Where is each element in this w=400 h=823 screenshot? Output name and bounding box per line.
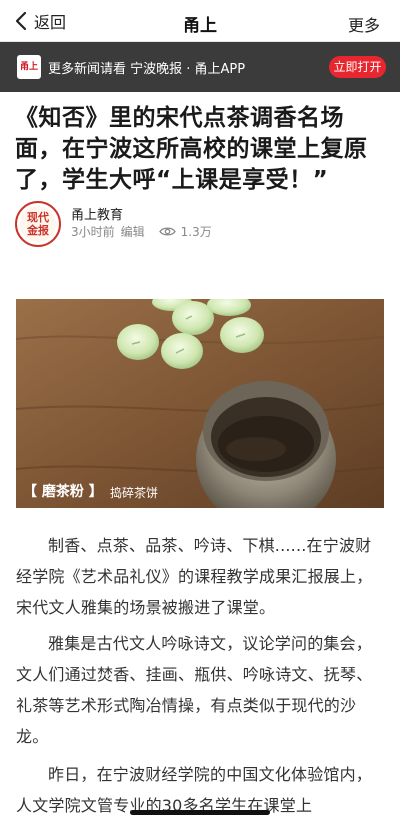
- author-name[interactable]: 甬上教育: [71, 204, 123, 223]
- article-photo[interactable]: [16, 299, 384, 508]
- back-label: 返回: [34, 13, 67, 32]
- eye-icon: [158, 227, 176, 236]
- image-caption-main: 【 磨茶粉 】: [23, 484, 103, 500]
- open-app-button[interactable]: 立即打开: [329, 56, 386, 78]
- image-caption-sub: 捣碎茶饼: [110, 486, 159, 500]
- view-count: 1.3万: [180, 225, 212, 239]
- app-banner-text: 更多新闻请看 宁波晚报 · 甬上APP: [48, 62, 246, 77]
- app-logo-text: 甬上: [19, 61, 38, 72]
- avatar[interactable]: 现代 金报: [15, 201, 61, 247]
- publish-time: 3小时前: [71, 225, 115, 239]
- author-info: 现代 金报 甬上教育 3小时前 编辑 1.3万: [15, 201, 385, 247]
- avatar-text-line2: 金报: [27, 224, 49, 237]
- avatar-logo: 现代 金报: [20, 206, 56, 242]
- back-button[interactable]: 返回: [14, 10, 66, 32]
- edit-label: 编辑: [120, 225, 145, 239]
- avatar-text-line1: 现代: [27, 211, 49, 224]
- more-button[interactable]: 更多: [348, 12, 380, 36]
- tea-photo-illustration: [16, 299, 384, 508]
- app-download-banner[interactable]: 甬上 更多新闻请看 宁波晚报 · 甬上APP 立即打开: [0, 42, 400, 92]
- chevron-left-icon: [15, 11, 27, 31]
- article-paragraph: 雅集是古代文人吟咏诗文，议论学问的集会，文人们通过焚香、挂画、瓶供、吟咏诗文、抚…: [16, 634, 373, 746]
- home-indicator[interactable]: [130, 810, 270, 815]
- article-meta: 3小时前 编辑 1.3万: [71, 223, 212, 240]
- top-navbar: 返回 甬上 更多: [0, 0, 400, 42]
- article-paragraph: 制香、点茶、品茶、吟诗、下棋......在宁波财经学院《艺术品礼仪》的课程教学成…: [16, 536, 373, 617]
- article-headline: 《知否》里的宋代点茶调香名场面，在宁波这所高校的课堂上复原了，学生大呼“上课是享…: [15, 105, 368, 193]
- app-logo-icon: 甬上: [17, 55, 41, 79]
